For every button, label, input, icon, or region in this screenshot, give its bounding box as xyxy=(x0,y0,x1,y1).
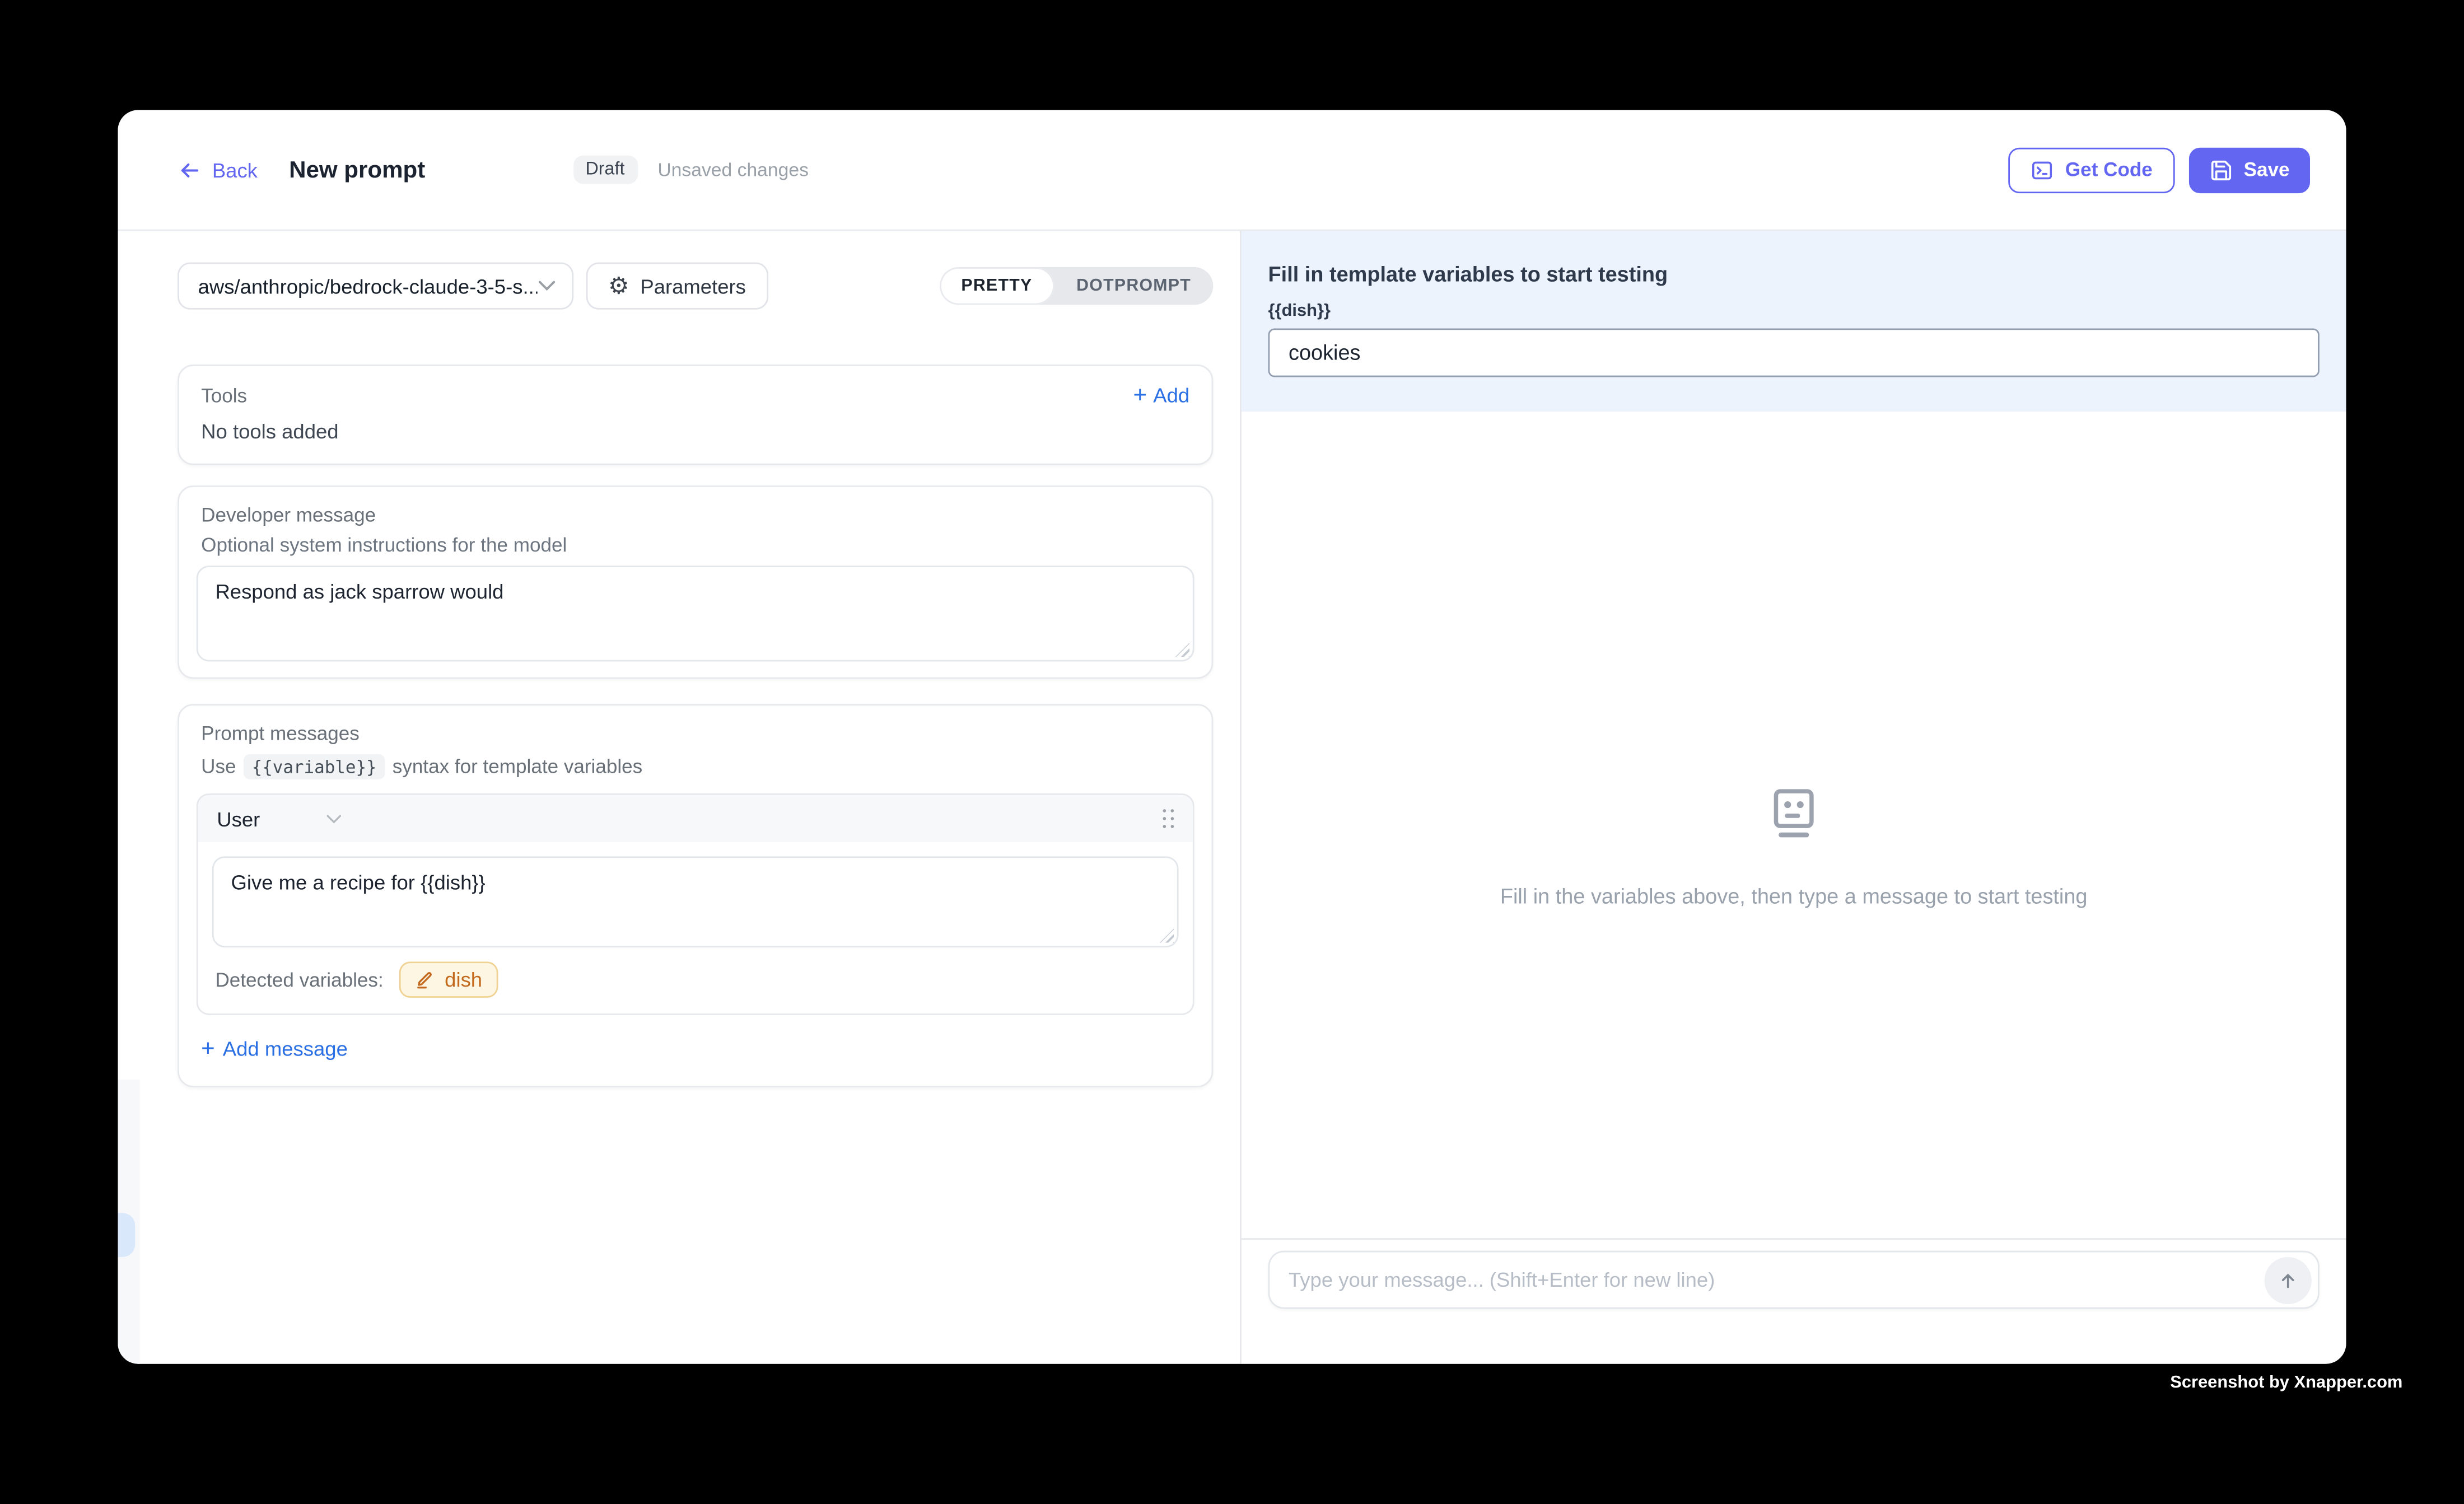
prompt-messages-card: Prompt messages Use {{variable}} syntax … xyxy=(178,704,1213,1087)
save-icon xyxy=(2209,158,2233,181)
parameters-label: Parameters xyxy=(640,274,746,298)
unsaved-changes-text: Unsaved changes xyxy=(657,158,809,180)
model-selector-value: aws/anthropic/bedrock-claude-3-5-s... xyxy=(198,274,538,298)
app-window: Back New prompt Draft Unsaved changes Ge… xyxy=(118,110,2346,1363)
developer-message-title: Developer message xyxy=(197,505,1194,526)
chat-preview-area: Fill in the variables above, then type a… xyxy=(1242,412,2346,1238)
message-block: User Give me a recipe for {{dish}} xyxy=(197,793,1194,1015)
variable-chip-label: dish xyxy=(445,968,482,992)
toggle-pretty[interactable]: PRETTY xyxy=(939,267,1054,305)
view-mode-toggle: PRETTY DOTPROMPT xyxy=(939,267,1213,305)
status-badge: Draft xyxy=(573,156,637,184)
variable-chip-dish[interactable]: dish xyxy=(399,961,498,998)
role-select-value: User xyxy=(217,807,260,830)
get-code-button[interactable]: Get Code xyxy=(2009,147,2174,192)
robot-face-icon xyxy=(1765,786,1823,844)
developer-message-card: Developer message Optional system instru… xyxy=(178,485,1213,679)
chevron-down-icon xyxy=(326,813,343,824)
add-message-button[interactable]: + Add message xyxy=(197,1037,348,1061)
variable-name-label: {{dish}} xyxy=(1268,302,2320,321)
empty-state-text: Fill in the variables above, then type a… xyxy=(1500,885,2088,908)
empty-state: Fill in the variables above, then type a… xyxy=(1500,786,2088,908)
back-label: Back xyxy=(212,158,258,181)
drag-handle-icon[interactable] xyxy=(1162,809,1174,829)
model-selector[interactable]: aws/anthropic/bedrock-claude-3-5-s... xyxy=(178,263,573,310)
test-pane: Fill in template variables to start test… xyxy=(1240,231,2346,1363)
background-sidebar-active-item xyxy=(118,1213,135,1257)
add-message-label: Add message xyxy=(223,1037,348,1061)
add-tool-label: Add xyxy=(1153,384,1189,407)
add-tool-button[interactable]: + Add xyxy=(1133,384,1189,407)
variable-syntax-chip: {{variable}} xyxy=(244,754,385,779)
variable-value-input[interactable] xyxy=(1268,328,2320,377)
developer-message-subtitle: Optional system instructions for the mod… xyxy=(197,534,1194,556)
save-label: Save xyxy=(2244,158,2290,180)
developer-message-input[interactable]: Respond as jack sparrow would xyxy=(197,566,1194,661)
get-code-label: Get Code xyxy=(2065,158,2153,180)
detected-variables-row: Detected variables: dish xyxy=(212,961,1179,998)
tools-empty-text: No tools added xyxy=(201,419,1189,443)
message-role-row[interactable]: User xyxy=(198,795,1193,842)
plus-icon: + xyxy=(1133,384,1147,407)
arrow-up-icon xyxy=(2277,1269,2299,1291)
message-composer xyxy=(1242,1238,2346,1363)
top-bar: Back New prompt Draft Unsaved changes Ge… xyxy=(118,110,2346,231)
hint-prefix: Use xyxy=(201,756,236,778)
template-syntax-hint: Use {{variable}} syntax for template var… xyxy=(197,754,1194,779)
detected-variables-label: Detected variables: xyxy=(215,969,383,991)
page-title: New prompt xyxy=(289,156,425,183)
send-button[interactable] xyxy=(2265,1256,2312,1303)
chat-message-input[interactable] xyxy=(1289,1268,2265,1292)
chevron-down-icon xyxy=(538,279,557,292)
watermark-text: Screenshot by Xnapper.com xyxy=(2170,1374,2402,1393)
code-terminal-icon xyxy=(2031,158,2054,181)
composer-box xyxy=(1268,1251,2320,1309)
prompt-messages-title: Prompt messages xyxy=(197,723,1194,745)
screenshot-stage: Back New prompt Draft Unsaved changes Ge… xyxy=(0,0,2464,1503)
tools-card: Tools + Add No tools added xyxy=(178,365,1213,465)
template-variables-panel: Fill in template variables to start test… xyxy=(1242,231,2346,412)
edit-pencil-icon xyxy=(415,969,435,989)
editor-toolbar: aws/anthropic/bedrock-claude-3-5-s... ⚙ … xyxy=(178,263,1213,310)
save-button[interactable]: Save xyxy=(2188,147,2310,192)
parameters-button[interactable]: ⚙ Parameters xyxy=(586,263,768,310)
toggle-dotprompt[interactable]: DOTPROMPT xyxy=(1054,267,1214,305)
message-content-input[interactable]: Give me a recipe for {{dish}} xyxy=(212,856,1179,947)
tools-title: Tools xyxy=(201,384,247,406)
hint-suffix: syntax for template variables xyxy=(393,756,642,778)
variables-panel-heading: Fill in template variables to start test… xyxy=(1268,263,2320,286)
gear-icon: ⚙ xyxy=(608,274,629,298)
content-panes: aws/anthropic/bedrock-claude-3-5-s... ⚙ … xyxy=(118,231,2346,1363)
prompt-editor-pane: aws/anthropic/bedrock-claude-3-5-s... ⚙ … xyxy=(118,231,1240,1363)
arrow-left-icon xyxy=(178,158,201,181)
back-link[interactable]: Back xyxy=(178,158,258,181)
plus-icon: + xyxy=(201,1037,215,1061)
